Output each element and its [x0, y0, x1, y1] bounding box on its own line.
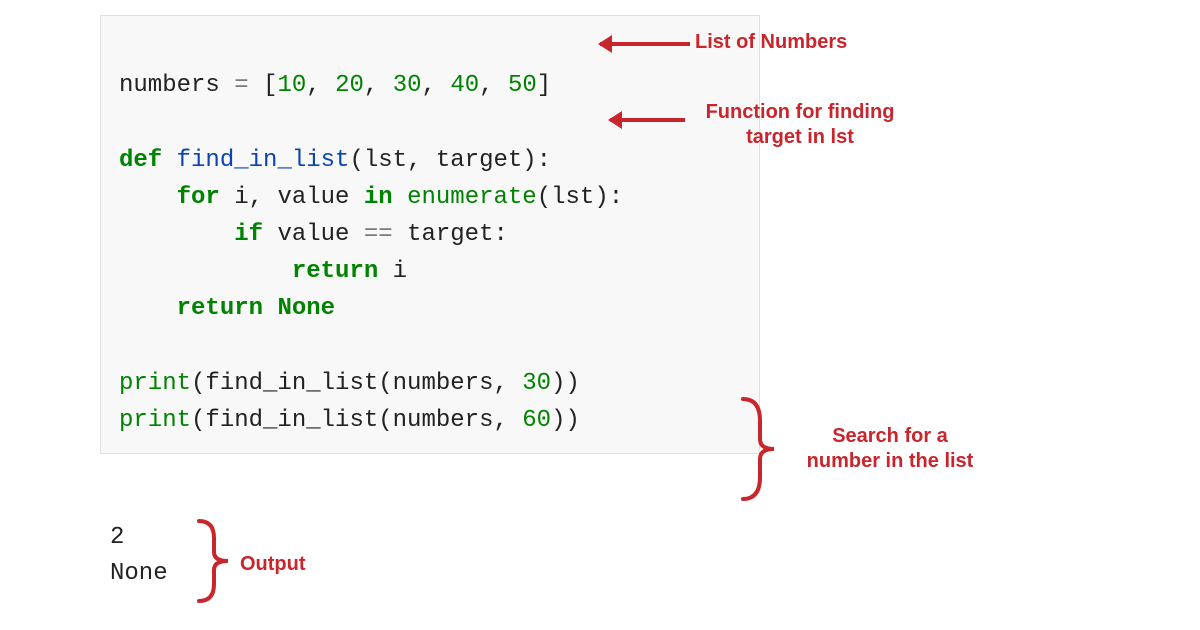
code-line-10: print(find_in_list(numbers, 60))	[119, 407, 580, 434]
code-line-9: print(find_in_list(numbers, 30))	[119, 370, 580, 397]
code-block: numbers = [10, 20, 30, 40, 50] def find_…	[100, 15, 760, 454]
code-line-4: for i, value in enumerate(lst):	[119, 184, 623, 211]
annotation-output: Output	[240, 552, 306, 577]
code-line-3: def find_in_list(lst, target):	[119, 147, 551, 174]
code-line-1: numbers = [10, 20, 30, 40, 50]	[119, 72, 551, 99]
brace-icon	[738, 394, 788, 504]
brace-icon	[194, 516, 244, 606]
output-line-2: None	[110, 556, 168, 592]
arrow-icon	[600, 42, 690, 46]
code-line-5: if value == target:	[119, 221, 508, 248]
code-line-7: return None	[119, 295, 335, 322]
code-line-6: return i	[119, 258, 407, 285]
annotation-search-number: Search for a number in the list	[790, 424, 990, 474]
arrow-icon	[610, 118, 685, 122]
annotation-function-finding: Function for finding target in lst	[695, 100, 905, 150]
output-block: 2 None	[110, 520, 168, 592]
annotation-list-of-numbers: List of Numbers	[695, 30, 847, 55]
output-line-1: 2	[110, 520, 168, 556]
